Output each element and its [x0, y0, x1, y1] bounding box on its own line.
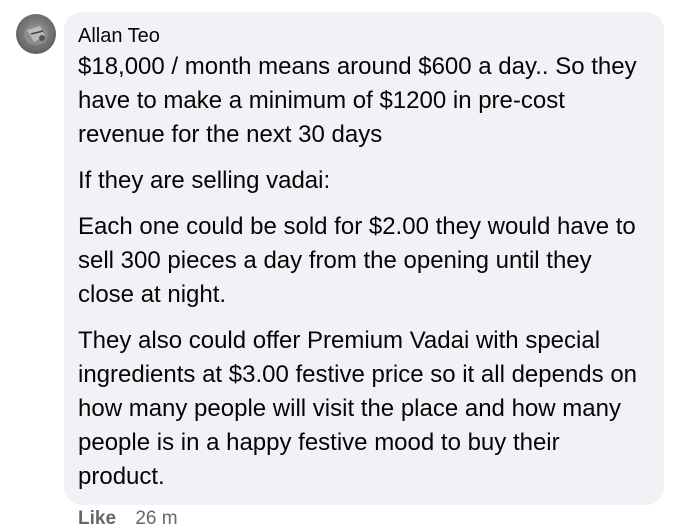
comment-bubble: Allan Teo $18,000 / month means around $… — [64, 12, 664, 505]
comment-author[interactable]: Allan Teo — [78, 24, 650, 48]
comment-paragraph: $18,000 / month means around $600 a day.… — [78, 53, 637, 148]
avatar[interactable] — [16, 14, 56, 54]
comment-paragraph: They also could offer Premium Vadai with… — [78, 327, 638, 490]
comment-actions: Like 26 m — [78, 507, 178, 531]
comment-paragraph: If they are selling vadai: — [78, 167, 331, 194]
comment-timestamp[interactable]: 26 m — [135, 508, 177, 529]
avatar-image — [24, 25, 48, 45]
comment-paragraph: Each one could be sold for $2.00 they wo… — [78, 213, 636, 308]
like-button[interactable]: Like — [78, 508, 116, 529]
